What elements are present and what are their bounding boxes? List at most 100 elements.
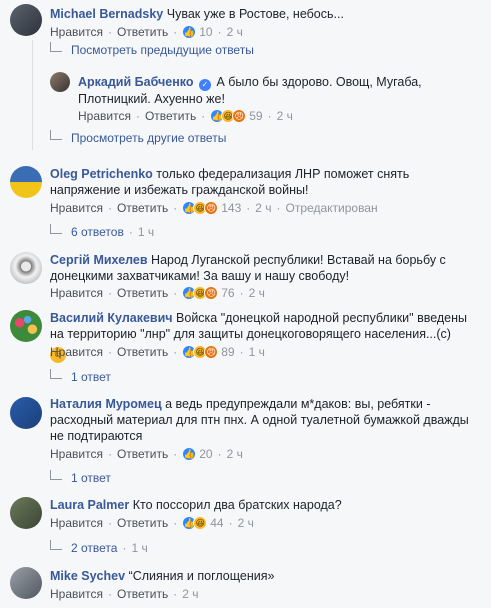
- avatar[interactable]: [10, 310, 42, 342]
- avatar[interactable]: [10, 166, 42, 198]
- verified-badge-icon: ✓: [198, 79, 211, 91]
- avatar[interactable]: [10, 497, 42, 529]
- comment-time[interactable]: 2 ч: [227, 25, 243, 39]
- comment-author[interactable]: Mike Sychev: [50, 569, 125, 583]
- angry-reaction-icon: 😠: [204, 345, 219, 359]
- comment-time[interactable]: 1 ч: [249, 345, 265, 359]
- comment-author[interactable]: Аркадий Бабченко: [78, 75, 193, 89]
- comment-time[interactable]: 2 ч: [182, 587, 198, 601]
- comment-body: Сергій Михелев Народ Луганской республик…: [50, 252, 470, 284]
- reactions[interactable]: 👍 😆 😠: [182, 201, 219, 215]
- comment-author[interactable]: Michael Bernadsky: [50, 7, 163, 21]
- avatar[interactable]: [10, 567, 42, 599]
- reaction-count: 10: [199, 25, 213, 39]
- view-replies[interactable]: 6 ответов · 1 ч: [50, 224, 155, 239]
- like-link[interactable]: Нравится: [50, 345, 103, 359]
- comment-body: Oleg Petrichenko только федерализация ЛН…: [50, 166, 470, 198]
- like-link[interactable]: Нравится: [50, 286, 103, 300]
- avatar[interactable]: [10, 252, 42, 284]
- comment-author[interactable]: Сергій Михелев: [50, 253, 148, 267]
- comment-body: Наталия Муромец а ведь предупреждали м*д…: [50, 396, 470, 444]
- comment-time[interactable]: 2 ч: [227, 447, 243, 461]
- comment-body: Mike Sychev “Слияния и поглощения»: [50, 568, 470, 584]
- comment-author[interactable]: Наталия Муромец: [50, 397, 162, 411]
- reactions[interactable]: 👍 😆 😠: [182, 345, 219, 359]
- comment-author[interactable]: Oleg Petrichenko: [50, 167, 153, 181]
- comment-actions: Нравится · Ответить · 👍 😆 😠 89 · 1 ч: [50, 345, 265, 359]
- view-replies[interactable]: 1 ответ: [50, 369, 111, 384]
- angry-reaction-icon: 😠: [232, 109, 247, 123]
- comment-text: Чувак уже в Ростове, небось...: [166, 7, 344, 21]
- comment-actions: Нравится · Ответить · 👍 😆 😠 76 · 2 ч: [50, 286, 265, 300]
- angry-reaction-icon: 😠: [204, 286, 219, 300]
- comment-text: “Слияния и поглощения»: [128, 569, 275, 583]
- reactions[interactable]: 👍: [182, 25, 197, 39]
- reply-body: Аркадий Бабченко ✓ А было бы здорово. Ов…: [78, 74, 458, 107]
- replies-count: 1 ответ: [71, 471, 111, 485]
- comment-time[interactable]: 2 ч: [249, 286, 265, 300]
- reply-arrow-icon: [50, 224, 62, 234]
- reaction-count: 76: [221, 286, 235, 300]
- view-replies[interactable]: 1 ответ: [50, 470, 111, 485]
- comment-actions: Нравится · Ответить · 👍 😆 😠 59 · 2 ч: [78, 109, 293, 123]
- reply-arrow-icon: [50, 470, 62, 480]
- comment-time[interactable]: 2 ч: [277, 109, 293, 123]
- reaction-count: 143: [221, 201, 242, 215]
- thread-line: [32, 40, 33, 150]
- view-more-replies-label: Просмотреть другие ответы: [71, 131, 227, 145]
- reply-arrow-icon: [50, 369, 62, 379]
- reply-arrow-icon: [50, 42, 62, 52]
- reply-arrow-icon: [50, 540, 62, 550]
- avatar[interactable]: [10, 4, 42, 36]
- comment-actions: Нравится · Ответить · 👍 20 · 2 ч: [50, 447, 243, 461]
- comment-time[interactable]: 2 ч: [238, 516, 254, 530]
- reply-link[interactable]: Ответить: [117, 25, 168, 39]
- angry-reaction-icon: 😠: [204, 201, 219, 215]
- like-reaction-icon: 👍: [182, 25, 197, 39]
- replies-count: 6 ответов: [71, 225, 124, 239]
- view-previous-replies-label: Посмотреть предыдущие ответы: [71, 43, 254, 57]
- comment-body: Laura Palmer Кто поссорил два братских н…: [50, 497, 470, 513]
- view-replies[interactable]: 2 ответа · 1 ч: [50, 540, 148, 555]
- view-more-replies[interactable]: Просмотреть другие ответы: [50, 130, 227, 145]
- like-link[interactable]: Нравится: [78, 109, 131, 123]
- comment-actions: Нравится · Ответить · 👍 😆 😠 143 · 2 ч · Отреда…: [50, 201, 378, 215]
- like-link[interactable]: Нравится: [50, 201, 103, 215]
- view-previous-replies[interactable]: Посмотреть предыдущие ответы: [50, 42, 254, 57]
- comment-author[interactable]: Василий Кулакевич: [50, 311, 173, 325]
- reaction-count: 20: [199, 447, 213, 461]
- like-reaction-icon: 👍: [182, 447, 197, 461]
- haha-reaction-icon: 😆: [193, 516, 208, 530]
- reply-link[interactable]: Ответить: [117, 201, 168, 215]
- reply-link[interactable]: Ответить: [117, 516, 168, 530]
- reactions[interactable]: 👍 😆 😠: [182, 286, 219, 300]
- like-link[interactable]: Нравится: [50, 587, 103, 601]
- reply-link[interactable]: Ответить: [145, 109, 196, 123]
- replies-time: 1 ч: [137, 225, 155, 239]
- reaction-count: 44: [210, 516, 224, 530]
- reactions[interactable]: 👍 😆 😠: [210, 109, 247, 123]
- reactions[interactable]: 👍 😆: [182, 516, 208, 530]
- like-link[interactable]: Нравится: [50, 516, 103, 530]
- like-link[interactable]: Нравится: [50, 25, 103, 39]
- comment-text: Кто поссорил два братских народа?: [132, 498, 342, 512]
- reply-link[interactable]: Ответить: [117, 447, 168, 461]
- reply-link[interactable]: Ответить: [117, 286, 168, 300]
- edited-label[interactable]: Отредактирован: [286, 201, 378, 215]
- avatar[interactable]: [50, 72, 70, 92]
- reply-link[interactable]: Ответить: [117, 345, 168, 359]
- reply-arrow-icon: [50, 130, 62, 140]
- comment-actions: Нравится · Ответить · 2 ч: [50, 587, 199, 601]
- comment-time[interactable]: 2 ч: [255, 201, 271, 215]
- comment-author[interactable]: Laura Palmer: [50, 498, 129, 512]
- reaction-count: 89: [221, 345, 235, 359]
- comment-actions: Нравится · Ответить · 👍 😆 44 · 2 ч: [50, 516, 254, 530]
- replies-count: 2 ответа: [71, 541, 118, 555]
- reply-link[interactable]: Ответить: [117, 587, 168, 601]
- reaction-count: 59: [249, 109, 263, 123]
- reactions[interactable]: 👍: [182, 447, 197, 461]
- replies-count: 1 ответ: [71, 370, 111, 384]
- like-link[interactable]: Нравится: [50, 447, 103, 461]
- replies-time: 1 ч: [131, 541, 148, 555]
- avatar[interactable]: [10, 397, 42, 429]
